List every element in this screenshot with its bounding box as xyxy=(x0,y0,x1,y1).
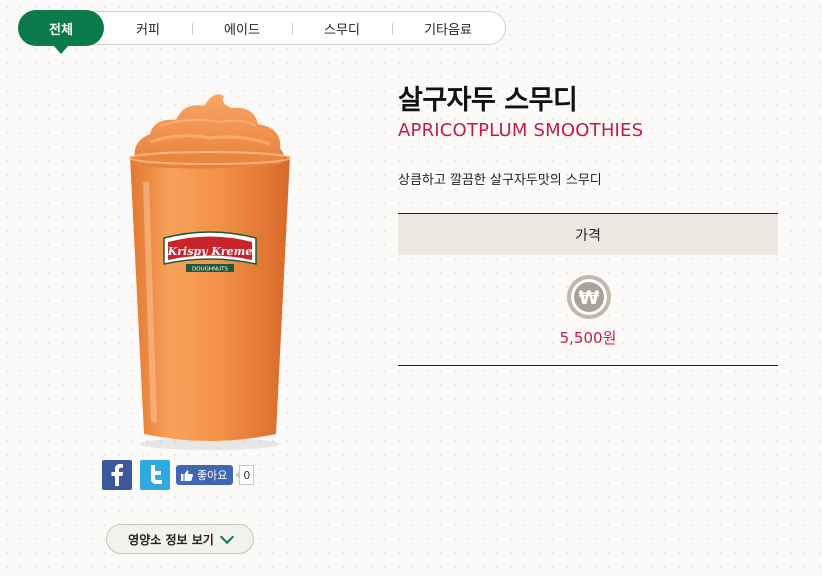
tab-coffee-label: 커피 xyxy=(136,22,160,38)
like-count: 0 xyxy=(235,465,255,485)
product-english-title: APRICOTPLUM SMOOTHIES xyxy=(398,120,644,141)
tab-ade-label: 에이드 xyxy=(224,22,260,38)
product-description: 상큼하고 깔끔한 살구자두맛의 스무디 xyxy=(398,173,602,188)
nutrition-info-button[interactable]: 영양소 정보 보기 xyxy=(106,524,254,554)
chevron-down-icon xyxy=(219,529,234,545)
tab-other-drinks[interactable]: 기타음료 xyxy=(392,12,504,44)
cup-logo-text: Krispy Kreme xyxy=(167,245,253,258)
tab-coffee[interactable]: 커피 xyxy=(104,12,192,44)
svg-text:₩: ₩ xyxy=(579,287,600,309)
cup-logo-subtext: DOUGHNUTS xyxy=(192,267,228,273)
facebook-like-button[interactable]: 좋아요 xyxy=(176,465,234,485)
like-label: 좋아요 xyxy=(197,469,228,482)
social-share: 좋아요 0 xyxy=(102,460,255,490)
facebook-icon xyxy=(111,464,123,486)
twitter-icon xyxy=(151,465,162,484)
price-section: 가격 ₩ 5,500원 xyxy=(398,213,778,366)
tab-other-drinks-label: 기타음료 xyxy=(424,22,472,38)
product-price: 5,500원 xyxy=(559,329,617,347)
facebook-share-button[interactable] xyxy=(102,460,132,490)
tab-all[interactable]: 전체 xyxy=(18,10,104,54)
tab-smoothie[interactable]: 스무디 xyxy=(292,12,392,44)
won-coin-icon: ₩ xyxy=(567,275,611,319)
twitter-share-button[interactable] xyxy=(140,460,170,490)
product-image: Krispy Kreme DOUGHNUTS xyxy=(120,82,300,454)
product-title: 살구자두 스무디 xyxy=(398,85,578,116)
price-header: 가격 xyxy=(398,214,778,255)
nutrition-info-label: 영양소 정보 보기 xyxy=(128,532,214,547)
category-tabs: 전체 커피 에이드 스무디 기타음료 xyxy=(18,10,506,54)
tab-ade[interactable]: 에이드 xyxy=(192,12,292,44)
thumbs-up-icon xyxy=(181,469,193,481)
tab-smoothie-label: 스무디 xyxy=(324,22,360,38)
tab-all-label: 전체 xyxy=(49,22,73,38)
